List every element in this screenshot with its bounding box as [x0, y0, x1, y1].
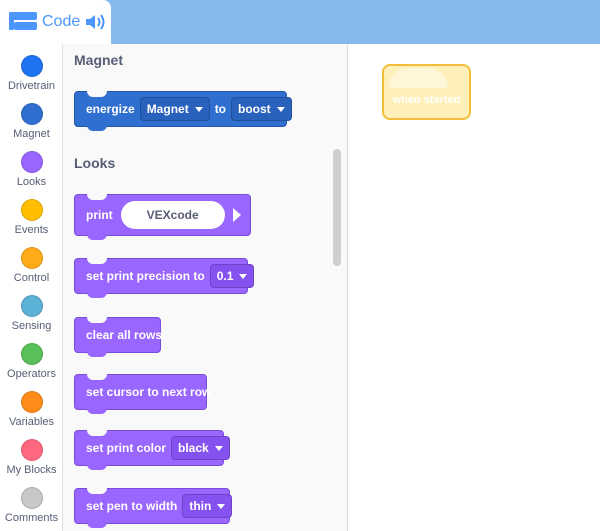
drivetrain-category-dot: [20, 55, 43, 77]
energize-magnet-block[interactable]: energize Magnet to boost: [74, 91, 292, 131]
category-label: Operators: [7, 368, 56, 380]
magnet-mode-dropdown[interactable]: boost: [231, 97, 292, 121]
energize-word: energize: [86, 102, 135, 116]
precision-dropdown[interactable]: 0.1: [209, 264, 255, 288]
category-looks[interactable]: Looks: [0, 142, 63, 190]
set-cursor-next-row-block[interactable]: set cursor to next row: [74, 374, 211, 414]
to-word: to: [214, 102, 227, 116]
events-category-dot: [20, 199, 43, 221]
dropdown-value: Magnet: [146, 102, 189, 116]
dropdown-value: 0.1: [216, 269, 234, 283]
category-magnet[interactable]: Magnet: [0, 94, 63, 142]
print-text-input[interactable]: VEXcode: [120, 201, 225, 229]
precision-word: set print precision to: [86, 269, 205, 283]
category-label: Variables: [8, 416, 55, 428]
pen-width-word: set pen to width: [86, 499, 178, 513]
chevron-down-icon: [276, 106, 285, 112]
when-started-label: when started: [392, 94, 461, 106]
category-label: Comments: [4, 512, 59, 524]
category-label: Control: [13, 272, 50, 284]
magnet-device-dropdown[interactable]: Magnet: [139, 97, 210, 121]
category-operators[interactable]: Operators: [0, 334, 63, 382]
chevron-down-icon: [239, 273, 248, 279]
category-label: Events: [14, 224, 49, 236]
speaker-icon[interactable]: [84, 13, 106, 31]
print-color-dropdown[interactable]: black: [171, 436, 230, 460]
category-control[interactable]: Control: [0, 238, 63, 286]
code-blocks-icon: [8, 10, 38, 34]
clear-all-rows-block[interactable]: clear all rows: [74, 317, 163, 357]
code-tab-label: Code: [42, 13, 81, 30]
dropdown-value: boost: [238, 102, 271, 116]
chevron-down-icon: [194, 106, 203, 112]
operators-category-dot: [20, 343, 43, 365]
chevron-down-icon: [214, 445, 223, 451]
comments-category-dot: [20, 487, 43, 509]
set-print-precision-block[interactable]: set print precision to 0.1: [74, 258, 255, 298]
category-label: Drivetrain: [7, 80, 56, 92]
category-label: Looks: [16, 176, 47, 188]
sensing-category-dot: [20, 295, 43, 317]
dropdown-value: black: [178, 441, 209, 455]
print-color-word: set print color: [86, 441, 167, 455]
dropdown-value: thin: [189, 499, 212, 513]
variables-category-dot: [20, 391, 43, 413]
looks-category-dot: [20, 151, 43, 173]
print-word: print: [86, 208, 113, 222]
palette-scrollbar[interactable]: [333, 149, 341, 266]
category-label: Sensing: [11, 320, 52, 332]
my-blocks-category-dot: [20, 439, 43, 461]
magnet-category-dot: [20, 103, 43, 125]
code-tab[interactable]: Code: [0, 0, 111, 44]
print-block[interactable]: print VEXcode: [74, 194, 251, 240]
next-row-label: set cursor to next row: [86, 385, 212, 399]
category-my-blocks[interactable]: My Blocks: [0, 430, 63, 478]
category-label: My Blocks: [6, 464, 57, 476]
hat-top-shape: [388, 68, 448, 88]
block-palette: Magnet energize Magnet to boost Looks pr…: [63, 44, 348, 531]
category-drivetrain[interactable]: Drivetrain: [0, 46, 63, 94]
code-canvas[interactable]: when started: [348, 44, 600, 531]
category-variables[interactable]: Variables: [0, 382, 63, 430]
looks-section-title: Looks: [74, 155, 116, 171]
pen-width-dropdown[interactable]: thin: [182, 494, 233, 518]
clear-rows-label: clear all rows: [86, 328, 163, 342]
magnet-section-title: Magnet: [74, 52, 123, 68]
set-print-color-block[interactable]: set print color black: [74, 430, 230, 470]
category-comments[interactable]: Comments: [0, 478, 63, 526]
category-menu: Drivetrain Magnet Looks Events Control S…: [0, 44, 63, 531]
control-category-dot: [20, 247, 43, 269]
play-arrow-icon: [232, 208, 241, 222]
category-events[interactable]: Events: [0, 190, 63, 238]
category-sensing[interactable]: Sensing: [0, 286, 63, 334]
category-label: Magnet: [13, 128, 50, 140]
when-started-block[interactable]: when started: [382, 64, 471, 120]
chevron-down-icon: [217, 503, 226, 509]
set-pen-width-block[interactable]: set pen to width thin: [74, 488, 233, 528]
